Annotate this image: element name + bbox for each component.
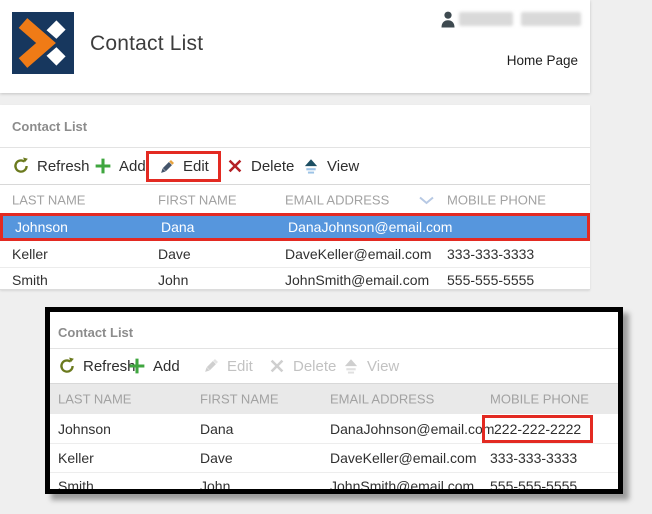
delete-label: Delete — [293, 357, 337, 375]
cell-last-name: Smith — [12, 272, 48, 288]
contact-list-panel: Contact List Refresh Add Edit Delete Vie… — [0, 105, 590, 290]
edit-pencil-icon — [161, 159, 175, 173]
redacted-username — [521, 12, 581, 26]
edit-button[interactable]: Edit — [158, 158, 209, 176]
add-button[interactable]: Add — [128, 349, 180, 383]
home-page-link[interactable]: Home Page — [507, 53, 578, 68]
table-header-row: LAST NAME FIRST NAME EMAIL ADDRESS MOBIL… — [0, 186, 590, 213]
cell-email: DaveKeller@email.com — [330, 449, 477, 466]
app-logo-icon — [12, 12, 74, 74]
sort-chevron-down-icon — [419, 196, 434, 205]
cell-first-name: Dana — [200, 420, 234, 437]
refresh-button[interactable]: Refresh — [58, 349, 136, 383]
table-row-selected[interactable]: Johnson Dana DanaJohnson@email.com — [0, 213, 590, 241]
view-button-disabled: View — [342, 349, 399, 383]
delete-x-icon — [270, 359, 284, 373]
edit-pencil-icon — [205, 358, 219, 372]
user-menu[interactable] — [441, 10, 455, 28]
table-row[interactable]: Johnson Dana DanaJohnson@email.com 222-2… — [50, 414, 618, 444]
cell-first-name: John — [200, 478, 231, 494]
cell-email: DaveKeller@email.com — [285, 246, 432, 262]
inset-screenshot-panel: Contact List Refresh Add Edit Delete Vie… — [45, 307, 623, 494]
view-label: View — [327, 157, 360, 175]
view-icon — [304, 159, 318, 174]
edit-label: Edit — [183, 158, 209, 175]
cell-phone: 333-333-3333 — [447, 246, 535, 262]
column-header-first-name[interactable]: FIRST NAME — [158, 192, 237, 207]
table-header-row: LAST NAME FIRST NAME EMAIL ADDRESS MOBIL… — [50, 384, 618, 414]
toolbar: Refresh Add Edit Delete View — [0, 147, 590, 185]
add-button[interactable]: Add — [94, 148, 146, 184]
cell-phone: 555-555-5555 — [447, 272, 535, 288]
section-title: Contact List — [58, 325, 134, 340]
edit-button-disabled: Edit — [202, 349, 253, 383]
table-row[interactable]: Smith John JohnSmith@email.com 555-555-5… — [50, 472, 618, 494]
phone-annotation-box: 222-222-2222 — [482, 414, 594, 443]
add-label: Add — [153, 357, 180, 375]
cell-last-name: Johnson — [15, 219, 68, 235]
refresh-icon — [14, 157, 28, 173]
cell-first-name: Dave — [158, 246, 191, 262]
cell-last-name: Keller — [58, 449, 94, 466]
cell-first-name: John — [158, 272, 189, 288]
delete-button[interactable]: Delete — [226, 148, 294, 184]
edit-label: Edit — [227, 357, 253, 375]
add-label: Add — [119, 157, 146, 175]
view-label: View — [367, 357, 400, 375]
delete-label: Delete — [251, 157, 295, 175]
cell-email: JohnSmith@email.com — [285, 272, 430, 288]
cell-last-name: Johnson — [58, 420, 111, 437]
refresh-icon — [60, 357, 74, 373]
refresh-label: Refresh — [37, 157, 90, 175]
column-header-last-name[interactable]: LAST NAME — [58, 392, 131, 407]
cell-first-name: Dave — [200, 449, 233, 466]
cell-phone: 555-555-5555 — [490, 478, 578, 494]
redacted-username — [459, 12, 513, 26]
delete-x-icon — [228, 159, 242, 173]
add-icon — [129, 358, 145, 374]
column-header-email-address[interactable]: EMAIL ADDRESS — [330, 392, 434, 407]
column-header-mobile-phone[interactable]: MOBILE PHONE — [447, 192, 546, 207]
view-icon — [344, 359, 358, 374]
app-header: Contact List Home Page — [0, 0, 590, 93]
section-title: Contact List — [12, 119, 88, 134]
table-row[interactable]: Smith John JohnSmith@email.com 555-555-5… — [0, 267, 590, 293]
column-header-first-name[interactable]: FIRST NAME — [200, 392, 279, 407]
user-icon — [441, 11, 455, 27]
table-row[interactable]: Keller Dave DaveKeller@email.com 333-333… — [0, 241, 590, 268]
delete-button-disabled: Delete — [268, 349, 336, 383]
cell-email: JohnSmith@email.com — [330, 478, 475, 494]
cell-last-name: Keller — [12, 246, 48, 262]
view-button[interactable]: View — [302, 148, 359, 184]
column-header-last-name[interactable]: LAST NAME — [12, 192, 85, 207]
toolbar: Refresh Add Edit Delete View — [50, 348, 618, 384]
page-title: Contact List — [90, 32, 204, 55]
add-icon — [95, 158, 111, 174]
cell-last-name: Smith — [58, 478, 94, 494]
cell-first-name: Dana — [161, 219, 195, 235]
cell-email: DanaJohnson@email.com — [288, 219, 453, 235]
cell-phone: 333-333-3333 — [490, 449, 578, 466]
edit-annotation-box: Edit — [146, 151, 221, 182]
column-header-mobile-phone[interactable]: MOBILE PHONE — [490, 392, 589, 407]
cell-email: DanaJohnson@email.com — [330, 420, 495, 437]
column-header-email-address[interactable]: EMAIL ADDRESS — [285, 192, 389, 207]
refresh-button[interactable]: Refresh — [12, 148, 90, 184]
table-row[interactable]: Keller Dave DaveKeller@email.com 333-333… — [50, 443, 618, 473]
